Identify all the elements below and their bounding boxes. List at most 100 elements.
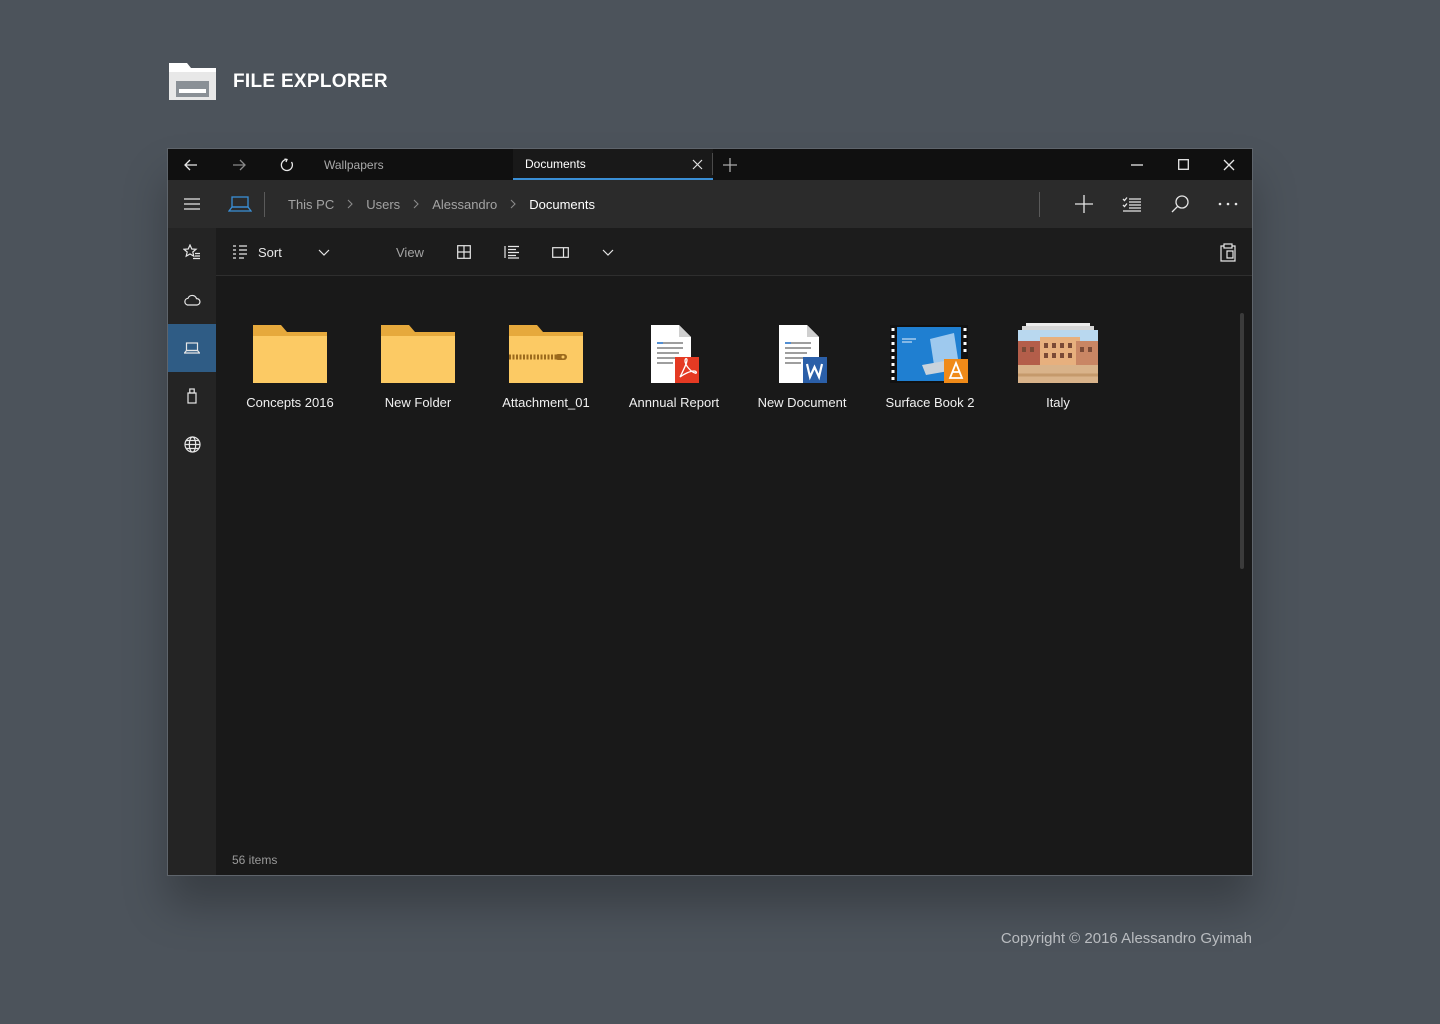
view-label-button[interactable]: View bbox=[396, 228, 424, 276]
pdf-file-icon bbox=[633, 321, 715, 383]
back-button[interactable] bbox=[168, 149, 214, 180]
add-icon bbox=[1075, 195, 1093, 213]
add-button[interactable] bbox=[1060, 180, 1108, 228]
hamburger-menu-button[interactable] bbox=[168, 180, 216, 228]
address-divider bbox=[264, 192, 265, 217]
more-icon bbox=[1218, 202, 1238, 206]
maximize-button[interactable] bbox=[1160, 149, 1206, 180]
copyright-text: Copyright © 2016 Alessandro Gyimah bbox=[1000, 930, 1252, 947]
breadcrumb-alessandro[interactable]: Alessandro bbox=[432, 197, 497, 212]
select-list-button[interactable] bbox=[1108, 180, 1156, 228]
file-name: Annnual Report bbox=[628, 395, 720, 410]
tab-label: Wallpapers bbox=[324, 157, 384, 172]
command-toolbar: Sort View bbox=[216, 228, 1252, 276]
cloud-icon bbox=[184, 294, 201, 306]
file-name: Concepts 2016 bbox=[246, 395, 334, 410]
address-divider bbox=[1039, 192, 1040, 217]
tab-documents[interactable]: Documents bbox=[513, 149, 713, 180]
clipboard-icon bbox=[1220, 242, 1236, 262]
new-tab-icon bbox=[723, 157, 737, 172]
file-name: Italy bbox=[1046, 395, 1070, 410]
forward-arrow-icon bbox=[233, 159, 246, 170]
video-file-icon bbox=[889, 321, 971, 383]
hamburger-menu-icon bbox=[184, 198, 200, 210]
file-name: New Folder bbox=[384, 395, 452, 410]
minimize-button[interactable] bbox=[1114, 149, 1160, 180]
vertical-scrollbar[interactable] bbox=[1240, 313, 1244, 569]
maximize-icon bbox=[1177, 159, 1189, 170]
tab-wallpapers[interactable]: Wallpapers bbox=[312, 149, 512, 180]
close-window-icon bbox=[1223, 159, 1235, 170]
sidebar-item-onedrive[interactable] bbox=[168, 276, 216, 324]
chevron-down-icon bbox=[318, 249, 330, 256]
clipboard-button[interactable] bbox=[1212, 228, 1244, 276]
laptop-icon bbox=[184, 342, 200, 354]
chevron-right-icon bbox=[334, 199, 366, 209]
sort-button[interactable]: Sort bbox=[232, 228, 282, 276]
folder-icon bbox=[249, 321, 331, 383]
word-document-icon bbox=[761, 321, 843, 383]
select-list-icon bbox=[1122, 197, 1141, 212]
file-item[interactable]: Annnual Report bbox=[610, 321, 738, 421]
minimize-icon bbox=[1131, 163, 1143, 166]
refresh-button[interactable] bbox=[264, 149, 310, 180]
breadcrumb-users[interactable]: Users bbox=[366, 197, 400, 212]
sidebar-item-this-pc[interactable] bbox=[168, 324, 216, 372]
file-view: Concepts 2016 New Folder Attachment_01 A… bbox=[216, 277, 1252, 875]
grid-view-icon bbox=[457, 245, 471, 259]
search-icon bbox=[1171, 195, 1189, 213]
address-bar: This PC Users Alessandro Documents bbox=[216, 180, 1252, 228]
preview-pane-icon bbox=[551, 246, 569, 258]
app-header: FILE EXPLORER bbox=[168, 62, 388, 101]
grid-view-button[interactable] bbox=[448, 228, 480, 276]
close-tab-button[interactable] bbox=[688, 155, 707, 174]
chevron-right-icon bbox=[497, 199, 529, 209]
new-tab-button[interactable] bbox=[708, 149, 752, 180]
titlebar: Wallpapers Documents bbox=[168, 149, 1252, 180]
breadcrumb-this-pc[interactable]: This PC bbox=[288, 197, 334, 212]
sidebar-item-favorites[interactable] bbox=[168, 228, 216, 276]
sort-dropdown-button[interactable] bbox=[312, 228, 336, 276]
usb-drive-icon bbox=[187, 388, 197, 404]
file-item[interactable]: Italy bbox=[994, 321, 1122, 421]
image-album-icon bbox=[1017, 321, 1099, 383]
file-name: Attachment_01 bbox=[502, 395, 590, 410]
zip-folder-icon bbox=[505, 321, 587, 383]
view-options-dropdown[interactable] bbox=[592, 228, 624, 276]
sidebar bbox=[168, 180, 216, 875]
explorer-window: Wallpapers Documents This PC Users Aless… bbox=[167, 148, 1253, 876]
sort-label: Sort bbox=[258, 244, 282, 260]
laptop-icon[interactable] bbox=[228, 194, 252, 214]
refresh-icon bbox=[280, 157, 293, 171]
breadcrumb-documents[interactable]: Documents bbox=[529, 197, 595, 212]
preview-pane-button[interactable] bbox=[544, 228, 576, 276]
network-globe-icon bbox=[183, 435, 201, 453]
sort-icon bbox=[233, 245, 247, 259]
list-view-icon bbox=[504, 245, 519, 259]
chevron-right-icon bbox=[400, 199, 432, 209]
back-arrow-icon bbox=[184, 159, 197, 170]
search-button[interactable] bbox=[1156, 180, 1204, 228]
file-item[interactable]: Concepts 2016 bbox=[226, 321, 354, 421]
view-label: View bbox=[396, 244, 424, 260]
file-item[interactable]: Attachment_01 bbox=[482, 321, 610, 421]
close-window-button[interactable] bbox=[1206, 149, 1252, 180]
forward-button[interactable] bbox=[216, 149, 262, 180]
close-tab-icon bbox=[692, 159, 703, 170]
breadcrumb: This PC Users Alessandro Documents bbox=[288, 180, 595, 228]
file-item[interactable]: New Document bbox=[738, 321, 866, 421]
app-title: FILE EXPLORER bbox=[233, 70, 388, 92]
list-view-button[interactable] bbox=[496, 228, 528, 276]
favorites-icon bbox=[183, 244, 200, 260]
file-item[interactable]: Surface Book 2 bbox=[866, 321, 994, 421]
sidebar-item-usb-drive[interactable] bbox=[168, 372, 216, 420]
more-button[interactable] bbox=[1204, 180, 1252, 228]
tab-label: Documents bbox=[525, 156, 586, 171]
file-item[interactable]: New Folder bbox=[354, 321, 482, 421]
file-name: New Document bbox=[757, 395, 847, 410]
sidebar-item-network[interactable] bbox=[168, 420, 216, 468]
file-explorer-logo-icon bbox=[169, 63, 216, 100]
status-item-count: 56 items bbox=[232, 853, 278, 867]
chevron-down-icon bbox=[602, 249, 614, 256]
file-name: Surface Book 2 bbox=[885, 395, 975, 410]
